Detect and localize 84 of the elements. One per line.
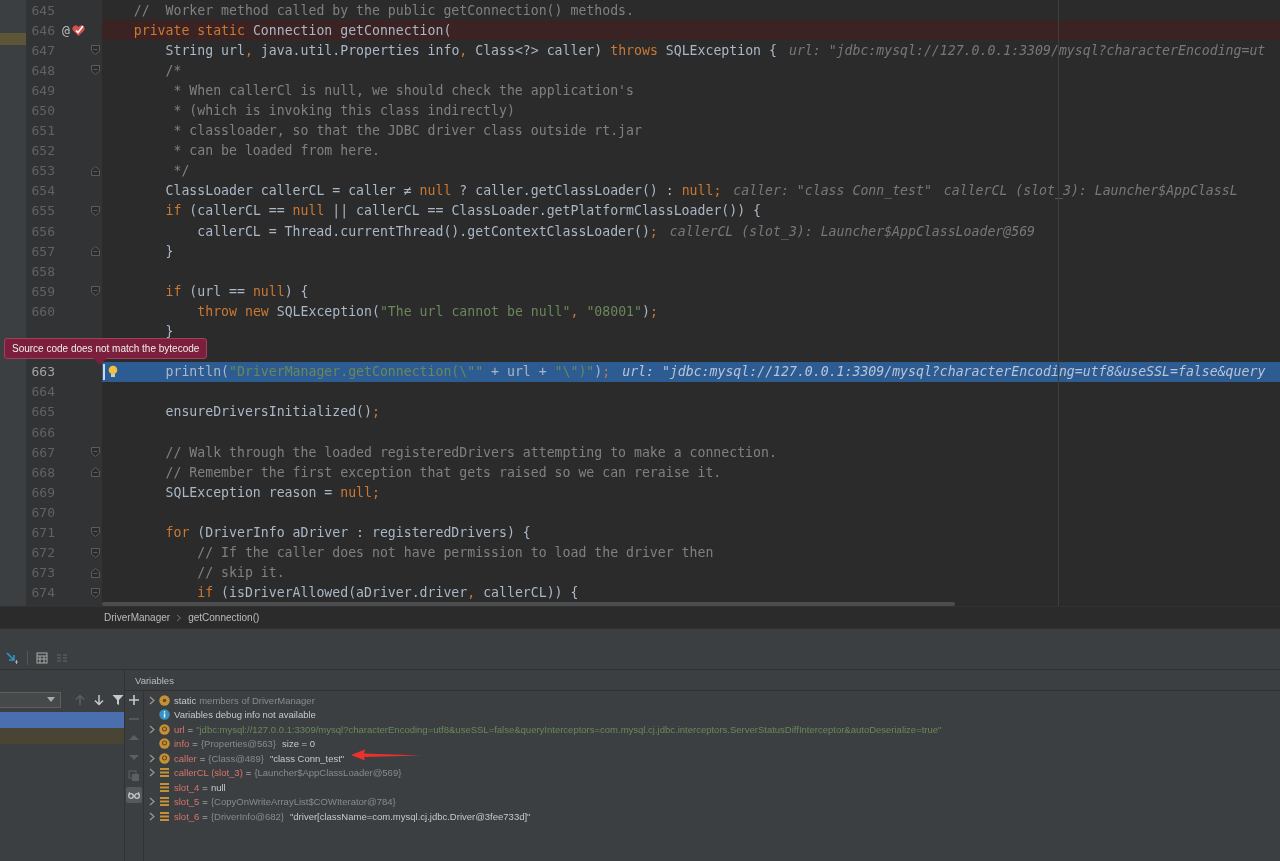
variable-entry[interactable]: static members of DriverManager [174, 694, 315, 706]
code-line: // If the caller does not have permission to load the driver then [197, 545, 714, 561]
text-caret [103, 363, 105, 380]
expand-chevron-icon[interactable] [149, 724, 155, 734]
breadcrumb-item[interactable]: getConnection() [188, 612, 260, 623]
lightbulb-icon[interactable] [108, 364, 118, 378]
fold-marker-icon[interactable] [90, 587, 100, 598]
arrow-down-icon[interactable] [93, 693, 105, 706]
static-member-icon [159, 694, 170, 706]
code-line: */ [173, 163, 190, 179]
fold-marker-icon[interactable] [90, 547, 100, 558]
code-line: for (DriverInfo aDriver : registeredDrivers) { [165, 525, 531, 540]
tree-row-highlight [0, 33, 26, 45]
code-line: SQLException reason = null; [165, 484, 380, 500]
panel-title: Variables [135, 674, 174, 686]
parameter-icon [159, 752, 170, 764]
thread-dropdown[interactable] [0, 691, 61, 708]
code-line: // Worker method called by the public getConnection() methods. [133, 2, 634, 18]
code-line: if (callerCL == null || callerCL == ClassLoader.getPlatformClassLoader()) { [165, 203, 762, 219]
inline-value-hint: caller: "class Conn_test" [733, 183, 932, 199]
fold-marker-icon[interactable] [90, 65, 100, 76]
fold-marker-icon[interactable] [90, 246, 100, 257]
variable-entry[interactable]: Variables debug info not available [174, 709, 316, 721]
inline-value-hint: callerCL (slot_3): Launcher$AppClassLoader@569 [669, 223, 1036, 239]
variable-entry[interactable]: callerCL (slot_3) = {Launcher$AppClassLoader@569} [174, 767, 402, 779]
glasses-toggle[interactable] [126, 787, 142, 803]
caret-icon [47, 697, 55, 702]
expand-chevron-icon[interactable] [149, 695, 155, 705]
breadcrumb-item[interactable]: DriverManager [104, 612, 171, 623]
fold-marker-icon[interactable] [90, 527, 100, 538]
code-line: } [165, 324, 174, 340]
code-line: ensureDriversInitialized(); [165, 404, 380, 420]
code-line: if (isDriverAllowed(aDriver.driver, callerCL)) { [197, 585, 579, 601]
info-icon [159, 709, 170, 721]
code-line: if (url == null) { [165, 283, 309, 299]
code-line: // skip it. [197, 565, 285, 581]
glasses-icon [128, 789, 140, 801]
variable-entry[interactable]: slot_6 = {DriverInfo@682} "driver[className=com.mysql.cj.jdbc.Driver@3fee733d]" [174, 810, 531, 822]
variable-entry[interactable]: slot_5 = {CopyOnWriteArrayList$COWIterator@784} [174, 796, 396, 808]
code-line: println("DriverManager.getConnection(\"" + url + "\")"); [165, 364, 611, 380]
breakpoint-icon[interactable] [71, 23, 85, 37]
code-line: * classloader, so that the JDBC driver class outside rt.jar [173, 123, 642, 139]
plus-icon [128, 694, 140, 706]
code-line: * (which is invoking this class indirectly) [173, 103, 515, 118]
list-icon [159, 767, 170, 779]
tooltip-pointer [93, 358, 107, 365]
horizontal-scrollbar[interactable] [102, 602, 955, 606]
parameter-icon [159, 738, 170, 750]
list-icon [159, 810, 170, 822]
variable-entry[interactable]: caller = {Class@489} "class Conn_test" [174, 752, 345, 764]
fold-marker-icon[interactable] [90, 467, 100, 478]
code-line: // Remember the first exception that gets raised so we can reraise it. [165, 464, 722, 480]
code-line: * can be loaded from here. [173, 143, 380, 159]
code-line: // Walk through the loaded registeredDrivers attempting to make a connection. [165, 444, 777, 460]
code-line: * When callerCl is null, we should check the application's [173, 82, 634, 98]
code-line: private static Connection getConnection( [133, 22, 452, 38]
code-line: throw new SQLException("The url cannot be null", "08001"); [197, 303, 658, 319]
list-icon [159, 796, 170, 808]
fold-marker-icon[interactable] [90, 447, 100, 458]
parameter-icon [159, 723, 170, 735]
copy-icon [128, 770, 140, 782]
fold-marker-icon[interactable] [90, 567, 100, 578]
variable-entry[interactable]: info = {Properties@563} size = 0 [174, 738, 316, 750]
add-button[interactable] [126, 692, 142, 708]
variable-entry[interactable]: url = "jdbc:mysql://127.0.0.1:3309/mysql?characterEncoding=utf8&useSSL=false&queryInterceptors=com.mysql.cj.jdbc.interceptors.ServerStatusDiffInterceptor&autoDeserialize=true" [174, 723, 942, 735]
inline-value-hint: callerCL (slot_3): Launcher$AppClassL [943, 183, 1238, 199]
line-number: 663 [31, 364, 55, 380]
list-icon [159, 781, 170, 793]
code-line: ClassLoader callerCL = caller ≠ null ? caller.getClassLoader() : null; [165, 183, 722, 199]
inline-value-hint: url: "jdbc:mysql://127.0.0.1:3309/mysql?characterEncoding=ut [788, 42, 1266, 58]
chevron-right-icon [176, 613, 183, 622]
fold-marker-icon[interactable] [90, 286, 100, 297]
variable-entry[interactable]: slot_4 = null [174, 781, 226, 793]
code-line: callerCL = Thread.currentThread().getContextClassLoader(); [197, 223, 658, 239]
fold-marker-icon[interactable] [90, 206, 100, 216]
code-line: String url, java.util.Properties info, Class<?> caller) throws SQLException { [165, 42, 777, 58]
table-icon[interactable] [36, 652, 48, 664]
code-line: /* [165, 62, 182, 78]
code-line: } [165, 243, 174, 259]
filter-icon[interactable] [112, 693, 124, 706]
step-icon[interactable] [5, 651, 19, 665]
fold-marker-icon[interactable] [90, 45, 100, 56]
implementation-marker[interactable]: @ [62, 22, 70, 38]
fold-marker-icon[interactable] [90, 165, 100, 176]
